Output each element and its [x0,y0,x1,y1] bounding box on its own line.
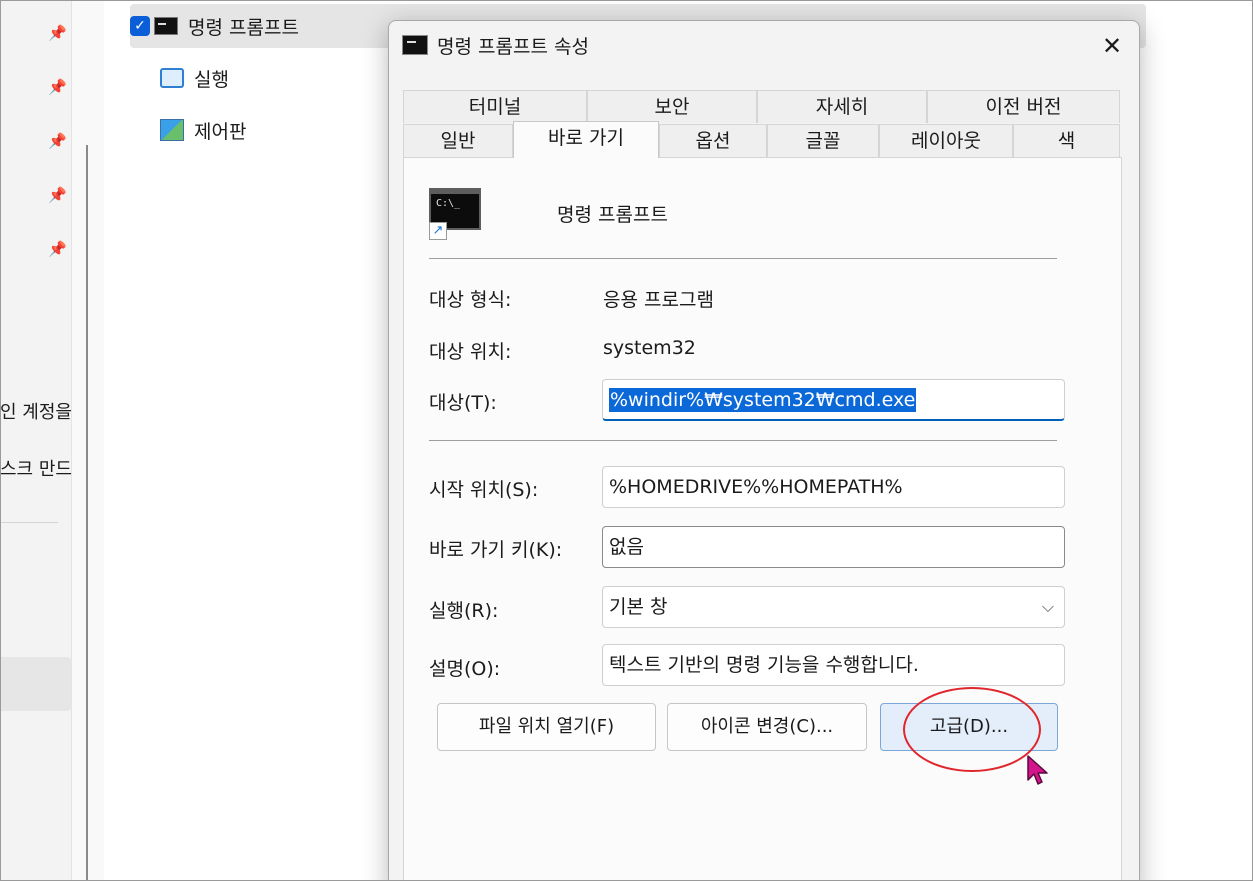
divider [429,440,1057,441]
cmd-icon [402,35,428,55]
checkbox-checked-icon[interactable]: ✓ [130,16,150,36]
pin-icon[interactable]: 📌 [48,240,67,258]
nav-item-partial-1[interactable]: 인 계정을 [0,398,72,424]
advanced-button[interactable]: 고급(D)... [880,703,1058,751]
nav-item-partial-2[interactable]: 스크 만드 [0,455,72,481]
cmd-icon-prompt-text: C:\_ [436,198,461,209]
target-label: 대상(T): [429,392,497,414]
nav-selected-item[interactable] [0,657,71,711]
divider [429,258,1057,259]
list-item-control-panel[interactable]: 제어판 [130,110,246,150]
tab-details[interactable]: 자세히 [757,90,927,123]
shortcut-arrow-icon: ↗ [429,222,447,240]
tab-shortcut[interactable]: 바로 가기 [513,121,659,158]
pin-icon[interactable]: 📌 [48,132,67,150]
target-location-label: 대상 위치: [429,341,512,363]
tab-terminal[interactable]: 터미널 [403,90,587,123]
target-location-value: system32 [603,337,696,359]
tab-font[interactable]: 글꼴 [767,124,879,157]
dialog-title: 명령 프롬프트 속성 [437,36,589,58]
list-item-cmd[interactable]: ✓ 명령 프롬프트 [130,6,299,46]
target-field-selected-text: %windir%₩system32₩cmd.exe [609,388,917,412]
list-item-run[interactable]: 실행 [130,58,229,98]
shortcut-key-field[interactable]: 없음 [602,526,1065,568]
comment-field[interactable]: 텍스트 기반의 명령 기능을 수행합니다. [602,644,1065,686]
properties-dialog: 명령 프롬프트 속성 ✕ 터미널 보안 자세히 이전 버전 일반 바로 가기 옵… [388,20,1140,881]
list-item-label: 명령 프롬프트 [188,16,299,39]
dialog-titlebar[interactable]: 명령 프롬프트 속성 ✕ [389,21,1139,71]
target-type-label: 대상 형식: [429,289,512,311]
start-in-field[interactable]: %HOMEDRIVE%%HOMEPATH% [602,466,1065,508]
run-select-value: 기본 창 [609,596,668,618]
comment-label: 설명(O): [429,658,501,680]
mouse-cursor-icon [1027,755,1048,785]
tab-general[interactable]: 일반 [403,124,513,157]
list-item-label: 실행 [194,68,229,91]
tab-layout[interactable]: 레이아웃 [879,124,1013,157]
open-file-location-button[interactable]: 파일 위치 열기(F) [437,703,656,751]
tab-options[interactable]: 옵션 [659,124,767,157]
close-button[interactable]: ✕ [1091,27,1133,65]
vertical-scrollbar[interactable] [86,145,88,881]
shortcut-tab-panel: C:\_ ↗ 명령 프롬프트 대상 형식: 응용 프로그램 대상 위치: sys… [403,157,1122,881]
navigation-pane: 📌 📌 📌 📌 📌 인 계정을 스크 만드 [0,0,72,881]
change-icon-button[interactable]: 아이콘 변경(C)... [667,703,867,751]
cmd-icon [154,17,178,35]
pane-splitter[interactable] [72,0,104,881]
pin-icon[interactable]: 📌 [48,186,67,204]
run-icon [160,68,184,88]
tab-previous-versions[interactable]: 이전 버전 [927,90,1120,123]
cmd-shortcut-icon: C:\_ ↗ [429,188,481,240]
target-field[interactable]: %windir%₩system32₩cmd.exe [602,379,1065,421]
list-item-label: 제어판 [194,120,247,143]
shortcut-name: 명령 프롬프트 [557,204,668,226]
pin-icon[interactable]: 📌 [48,78,67,96]
pin-icon[interactable]: 📌 [48,24,67,42]
run-select[interactable]: 기본 창 ⌵ [602,586,1065,628]
start-in-label: 시작 위치(S): [429,479,539,501]
chevron-down-icon: ⌵ [1041,597,1054,616]
tab-colors[interactable]: 색 [1013,124,1120,157]
tab-security[interactable]: 보안 [587,90,757,123]
target-type-value: 응용 프로그램 [603,289,714,311]
control-panel-icon [160,119,184,141]
run-label: 실행(R): [429,600,499,622]
nav-divider [0,522,58,523]
shortcut-key-label: 바로 가기 키(K): [429,539,563,561]
